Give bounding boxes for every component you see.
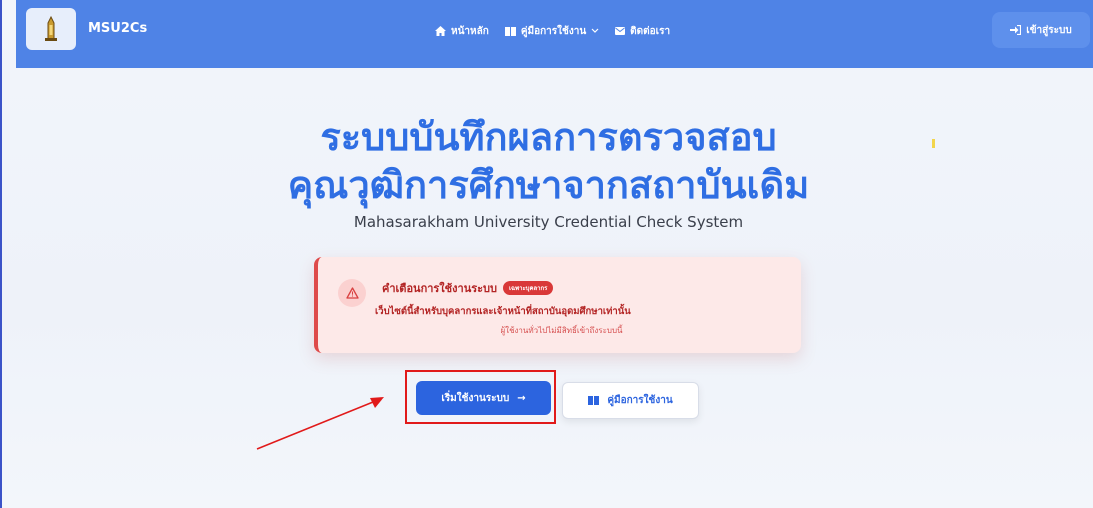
- annotation-arrow: [256, 397, 384, 450]
- page-frame: MSU2Cs หน้าหลัก คู่มือการใช้งาน ติดต่อเร…: [0, 0, 1093, 508]
